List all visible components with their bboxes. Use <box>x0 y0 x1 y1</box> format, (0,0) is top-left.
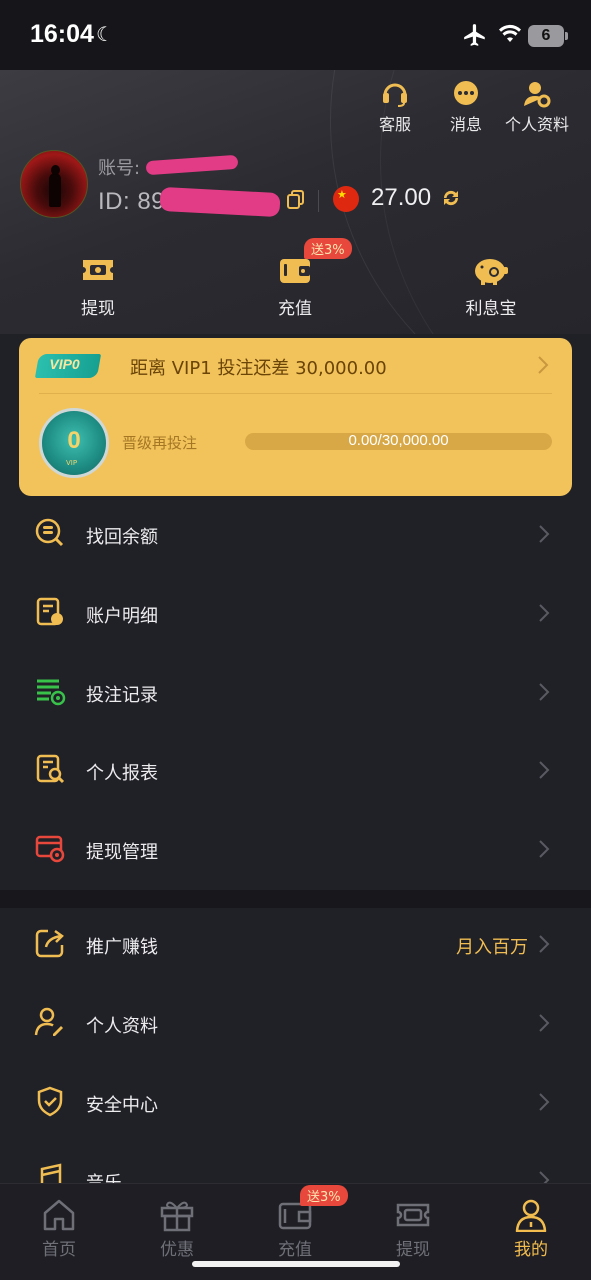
menu-label: 账户明细 <box>86 606 158 627</box>
home-icon <box>43 1199 75 1231</box>
menu-label: 安全中心 <box>86 1095 158 1116</box>
account-detail-icon <box>34 596 66 632</box>
battery-level: 6 <box>541 27 551 44</box>
vip-upgrade-message: 距离 VIP1 投注还差 30,000.00 <box>130 358 387 379</box>
home-indicator <box>192 1261 400 1267</box>
menu-label: 推广赚钱 <box>86 937 158 958</box>
withdraw-ticket-icon <box>396 1203 430 1227</box>
withdraw-manage-icon <box>34 832 66 868</box>
headset-icon <box>383 83 407 107</box>
nav-label: 首页 <box>42 1240 76 1260</box>
nav-label: 优惠 <box>160 1240 194 1260</box>
menu-label: 个人报表 <box>86 763 158 784</box>
withdraw-button[interactable]: 提现 <box>48 254 148 319</box>
nav-label: 充值 <box>278 1240 312 1260</box>
user-settings-icon <box>524 82 551 108</box>
refresh-icon[interactable] <box>440 187 462 213</box>
chevron-right-icon <box>538 934 550 958</box>
profile-button[interactable]: 个人资料 <box>502 80 572 135</box>
avatar[interactable] <box>20 150 88 218</box>
china-flag-icon: ★ <box>333 186 359 212</box>
profile-icon <box>515 1199 547 1232</box>
vip-progress-label: 晋级再投注 <box>122 434 198 452</box>
customer-service-button[interactable]: 客服 <box>372 80 418 135</box>
message-icon <box>454 81 478 105</box>
withdraw-ticket-icon <box>83 260 113 280</box>
vip-card[interactable]: VIP0 距离 VIP1 投注还差 30,000.00 0 VIP 晋级再投注 … <box>19 338 572 496</box>
nav-label: 我的 <box>514 1240 548 1260</box>
chevron-right-icon <box>538 524 550 548</box>
menu-label: 找回余额 <box>86 527 158 548</box>
section-divider <box>0 890 591 908</box>
report-search-icon <box>34 753 66 789</box>
customer-service-label: 客服 <box>378 115 411 134</box>
messages-label: 消息 <box>449 115 482 134</box>
menu-item-withdraw-manage[interactable]: 提现管理 <box>0 812 591 890</box>
vip-divider <box>39 393 552 394</box>
redacted-account <box>145 154 239 176</box>
interest-button[interactable]: 利息宝 <box>441 254 541 319</box>
chevron-right-icon[interactable] <box>536 354 550 380</box>
withdraw-label: 提现 <box>81 299 115 319</box>
chevron-right-icon <box>538 603 550 627</box>
deposit-label: 充值 <box>278 299 312 319</box>
user-edit-icon <box>34 1006 66 1042</box>
vip-level-badge: VIP0 <box>34 354 102 378</box>
menu-item-account-detail[interactable]: 账户明细 <box>0 576 591 654</box>
recover-balance-icon <box>34 517 66 553</box>
menu-label: 个人资料 <box>86 1016 158 1037</box>
chevron-right-icon <box>538 682 550 706</box>
shield-icon <box>34 1085 66 1121</box>
deposit-bonus-badge: 送3% <box>304 238 352 259</box>
interest-label: 利息宝 <box>465 299 517 319</box>
vip-level-text: VIP0 <box>49 356 80 372</box>
nav-promotions[interactable]: 优惠 <box>127 1198 227 1260</box>
nav-mine[interactable]: 我的 <box>481 1198 581 1260</box>
profile-header: 客服 消息 个人资料 账号: ID: 89 ★ 27.00 提现 充值 送3% … <box>0 70 591 334</box>
wifi-icon <box>498 24 522 48</box>
gift-icon <box>160 1201 194 1232</box>
deposit-button[interactable]: 充值 <box>245 254 345 319</box>
menu-item-promotion[interactable]: 推广赚钱 月入百万 <box>0 907 591 985</box>
redacted-id <box>159 186 281 218</box>
promotion-hint: 月入百万 <box>456 937 528 958</box>
balance-amount: 27.00 <box>371 184 432 211</box>
nav-label: 提现 <box>396 1240 430 1260</box>
profile-label: 个人资料 <box>504 115 569 134</box>
vip-progress-text: 0.00/30,000.00 <box>348 432 449 449</box>
nav-deposit[interactable]: 充值 <box>245 1198 345 1260</box>
nav-withdraw[interactable]: 提现 <box>363 1198 463 1260</box>
nav-deposit-badge: 送3% <box>300 1185 348 1206</box>
bet-record-icon <box>34 675 66 711</box>
vip-medal-icon: 0 VIP <box>39 408 109 478</box>
menu-item-security[interactable]: 安全中心 <box>0 1065 591 1143</box>
share-icon <box>34 927 66 963</box>
nav-home[interactable]: 首页 <box>9 1198 109 1260</box>
menu-item-recover-balance[interactable]: 找回余额 <box>0 497 591 575</box>
chevron-right-icon <box>538 839 550 863</box>
vip-progress-bar: 0.00/30,000.00 <box>245 432 552 450</box>
menu-item-personal-report[interactable]: 个人报表 <box>0 733 591 811</box>
menu-label: 提现管理 <box>86 842 158 863</box>
moon-icon: ☾ <box>96 22 114 46</box>
user-id: ID: 89 <box>98 188 166 215</box>
status-bar: 16:04 ☾ 6 <box>0 0 591 70</box>
vip-medal-caption: VIP <box>66 459 78 467</box>
chevron-right-icon <box>538 760 550 784</box>
messages-button[interactable]: 消息 <box>443 80 489 135</box>
vip-medal-level: 0 <box>67 427 81 454</box>
battery-icon: 6 <box>528 25 568 47</box>
chevron-right-icon <box>538 1092 550 1116</box>
copy-icon[interactable] <box>287 190 305 214</box>
chevron-right-icon <box>538 1013 550 1037</box>
piggy-bank-icon <box>475 259 508 285</box>
header-divider <box>318 190 319 212</box>
menu-label: 投注记录 <box>86 685 158 706</box>
airplane-icon <box>462 22 488 52</box>
menu-item-personal-info[interactable]: 个人资料 <box>0 986 591 1064</box>
status-time: 16:04 <box>30 20 94 48</box>
menu-item-bet-record[interactable]: 投注记录 <box>0 655 591 733</box>
account-label: 账号: <box>98 158 141 179</box>
